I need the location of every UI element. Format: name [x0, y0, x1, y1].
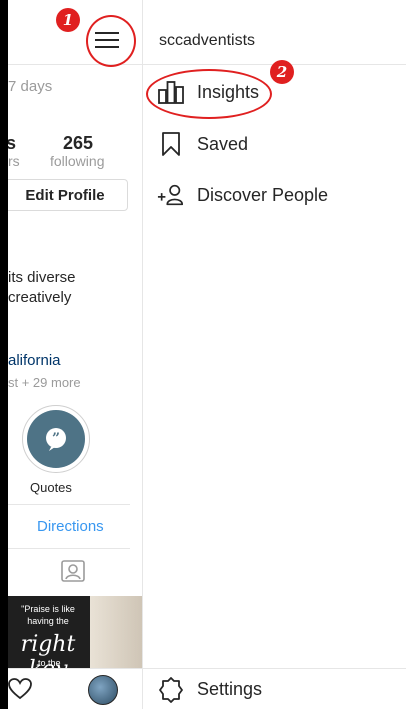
menu-item-discover-people[interactable]: Discover People: [143, 175, 406, 215]
door-image: [90, 596, 142, 668]
photo-quote-text: to the: [38, 658, 61, 668]
annotation-circle-menu: [86, 15, 136, 67]
heart-icon: [8, 678, 32, 700]
menu-username: sccadventists: [159, 32, 256, 49]
story-highlight-quotes[interactable]: ”: [22, 405, 90, 473]
annotation-badge: 1: [56, 8, 80, 32]
menu-item-label: Discover People: [197, 184, 329, 205]
divider: [8, 504, 130, 505]
photo-quote-text: "Praise is like having the: [21, 604, 75, 626]
menu-item-settings[interactable]: Settings: [143, 668, 406, 710]
post-age: 7 days: [8, 78, 53, 95]
edit-profile-button[interactable]: Edit Profile: [8, 179, 128, 211]
following-count[interactable]: 265: [63, 133, 93, 154]
bio-line: creatively: [8, 289, 72, 306]
bottom-tab-bar: [8, 668, 142, 709]
settings-label: Settings: [197, 679, 263, 699]
menu-item-label: Saved: [197, 133, 249, 154]
profile-panel[interactable]: 7 days s 265 rs following Edit Profile i…: [8, 0, 142, 709]
svg-text:”: ”: [52, 431, 60, 447]
add-person-icon: [157, 181, 185, 209]
annotation-circle-insights: [146, 69, 272, 119]
annotation-badge: 2: [270, 60, 294, 84]
tagged-tab[interactable]: [60, 558, 86, 589]
followers-count-partial: s: [8, 133, 17, 153]
gear-icon: [157, 676, 185, 704]
activity-tab[interactable]: [8, 678, 32, 705]
screen-edge: [0, 0, 8, 709]
location-more: st + 29 more: [8, 375, 81, 390]
quote-bubble-icon: ”: [46, 428, 66, 451]
bookmark-icon: [157, 130, 185, 158]
bio-line: its diverse: [8, 269, 76, 286]
tagged-person-icon: [61, 560, 85, 582]
profile-tab-avatar[interactable]: [88, 675, 118, 705]
location-link[interactable]: alifornia: [8, 352, 61, 369]
menu-header: sccadventists: [143, 0, 406, 65]
highlight-label: Quotes: [30, 480, 72, 495]
following-label: following: [50, 153, 105, 169]
post-thumbnail[interactable]: "Praise is like having the right key to …: [8, 596, 142, 668]
menu-item-saved[interactable]: Saved: [143, 124, 406, 164]
divider: [8, 548, 130, 549]
directions-button[interactable]: Directions: [37, 518, 104, 535]
followers-label-partial: rs: [8, 153, 20, 169]
